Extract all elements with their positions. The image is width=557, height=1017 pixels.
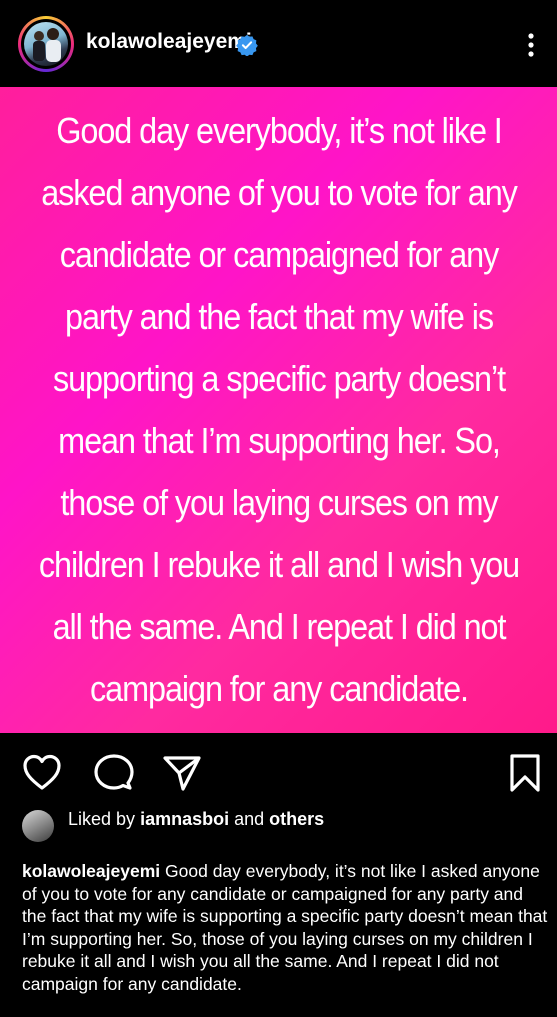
comment-icon[interactable] [94,753,134,793]
header-username[interactable]: kolawoleajeyemi [86,30,252,54]
post-image-text: Good day everybody, it’s not like I aske… [38,110,519,709]
verified-badge-icon [236,34,258,56]
more-vertical-icon[interactable] [519,30,543,60]
likes-connector: and [234,809,265,829]
likes-text: Liked by iamnasboi and others [68,808,328,830]
profile-photo [24,22,68,66]
liker-avatar [22,810,54,842]
likes-prefix: Liked by [68,809,136,829]
share-icon[interactable] [162,753,202,793]
bookmark-icon[interactable] [505,753,545,793]
post-actions-bar [0,733,557,803]
caption-username[interactable]: kolawoleajeyemi [22,861,160,881]
heart-icon[interactable] [22,753,62,793]
post-caption: kolawoleajeyemi Good day everybody, it’s… [22,860,552,995]
likes-summary[interactable]: Liked by iamnasboi and others [22,808,542,854]
post-image[interactable]: Good day everybody, it’s not like I aske… [0,87,557,733]
profile-avatar[interactable] [18,16,74,72]
likes-others[interactable]: others [269,809,324,829]
liker-username[interactable]: iamnasboi [140,809,229,829]
post-header: kolawoleajeyemi [0,0,557,87]
